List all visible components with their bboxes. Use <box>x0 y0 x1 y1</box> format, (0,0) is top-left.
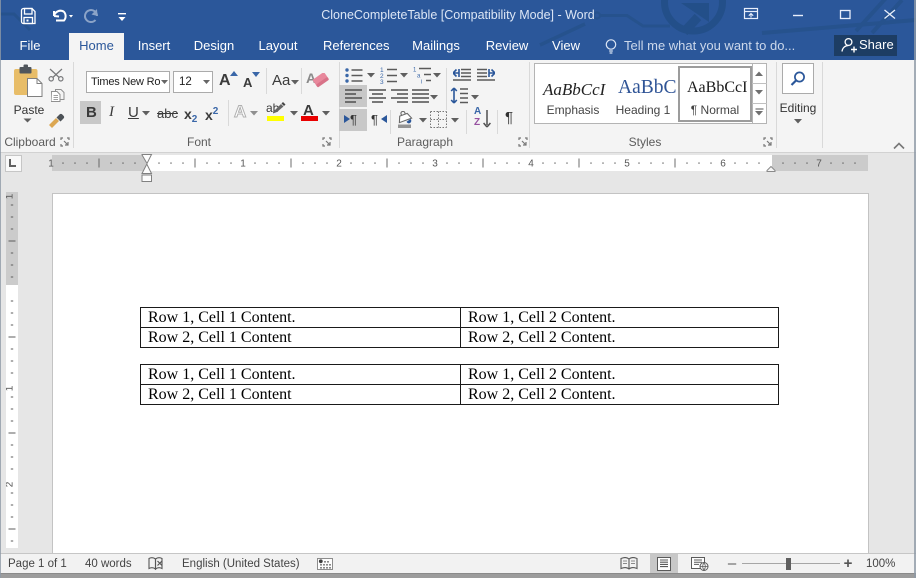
svg-text:1: 1 <box>6 385 16 391</box>
svg-text:2: 2 <box>6 481 16 487</box>
svg-text:5: 5 <box>624 159 630 170</box>
svg-text:6: 6 <box>720 159 726 170</box>
svg-text:1: 1 <box>6 193 16 199</box>
svg-text:1: 1 <box>240 159 246 170</box>
svg-text:i: i <box>421 80 422 85</box>
svg-text:2: 2 <box>336 159 342 170</box>
svg-text:3: 3 <box>432 159 438 170</box>
svg-text:7: 7 <box>816 159 822 170</box>
svg-text:4: 4 <box>528 159 534 170</box>
svg-text:1: 1 <box>48 159 54 170</box>
svg-text:3: 3 <box>380 79 384 84</box>
